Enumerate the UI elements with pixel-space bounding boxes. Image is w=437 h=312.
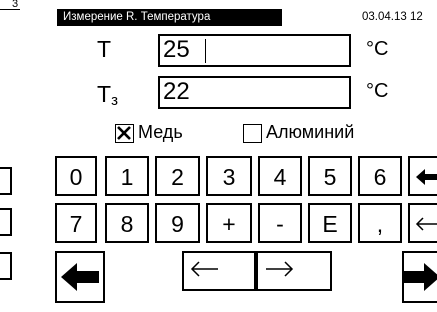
key-1[interactable]: 1 (105, 156, 149, 196)
key-8[interactable]: 8 (105, 203, 149, 243)
t3-input[interactable]: 22 (158, 76, 351, 109)
key-9[interactable]: 9 (155, 203, 200, 243)
arrow-right-icon (266, 261, 294, 277)
side-window-key[interactable] (0, 252, 12, 280)
big-arrow-left-icon (61, 263, 99, 291)
key-minus[interactable]: - (258, 203, 302, 243)
backspace-key[interactable] (408, 156, 437, 196)
t-value: 25 (163, 36, 190, 63)
side-window-key[interactable] (0, 167, 12, 195)
arrow-left-icon (415, 217, 437, 231)
cursor-right-button[interactable] (256, 251, 332, 291)
t-input[interactable]: 25 (158, 34, 351, 67)
t3-value: 22 (163, 78, 190, 105)
window-gap (20, 0, 50, 312)
text-cursor (205, 39, 206, 63)
key-e[interactable]: E (308, 203, 352, 243)
side-window: 3 (0, 0, 20, 312)
nav-forward-button[interactable] (402, 251, 437, 303)
key-6[interactable]: 6 (358, 156, 402, 196)
key-4[interactable]: 4 (258, 156, 302, 196)
big-arrow-right-icon (402, 263, 437, 291)
arrow-left-icon (190, 261, 218, 277)
aluminum-label: Алюминий (266, 122, 355, 142)
datetime: 03.04.13 12 (362, 11, 423, 23)
backspace-arrow-icon (416, 169, 437, 185)
key-5[interactable]: 5 (308, 156, 352, 196)
aluminum-checkbox[interactable] (243, 124, 262, 143)
t3-label: Tз (97, 81, 118, 109)
cursor-left-button[interactable] (182, 251, 256, 291)
key-2[interactable]: 2 (155, 156, 200, 196)
t-label: T (97, 36, 112, 62)
t3-unit: °C (366, 80, 389, 102)
window-title: Измерение R. Температура (57, 9, 282, 26)
side-window-key[interactable] (0, 208, 12, 236)
copper-checkbox[interactable] (115, 124, 134, 143)
key-0[interactable]: 0 (55, 156, 97, 196)
side-window-title-fragment: 3 (12, 0, 19, 10)
key-comma[interactable]: , (358, 203, 402, 243)
copper-label: Медь (138, 122, 183, 142)
t-unit: °C (366, 38, 389, 60)
key-7[interactable]: 7 (55, 203, 97, 243)
key-plus[interactable]: + (206, 203, 252, 243)
checkmark-x-icon (117, 126, 131, 140)
key-3[interactable]: 3 (206, 156, 252, 196)
nav-back-button[interactable] (55, 251, 105, 303)
cursor-left-small-key[interactable] (408, 203, 437, 243)
